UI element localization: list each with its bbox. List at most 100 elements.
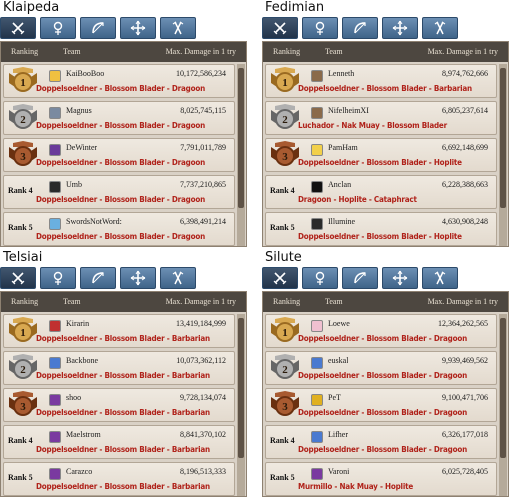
- header-ranking: Ranking: [11, 297, 39, 306]
- tab-scout[interactable]: [422, 267, 458, 289]
- tab-swords[interactable]: [0, 17, 36, 39]
- scrollbar-thumb[interactable]: [238, 68, 244, 208]
- ranking-board-telsiai: Telsiai Ranking Team Max. Damage in 1 try 1 K…: [0, 250, 247, 499]
- header-team: Team: [63, 297, 81, 306]
- swords-icon: [11, 272, 25, 285]
- rank-label: Rank 5: [270, 473, 295, 482]
- ranking-header: Ranking Team Max. Damage in 1 try: [1, 292, 246, 312]
- ranking-row[interactable]: 3 DeWinter 7,791,011,789 Doppelsoeldner - B…: [3, 138, 235, 172]
- scrollbar[interactable]: [237, 314, 245, 496]
- team-name: PamHam: [328, 143, 358, 152]
- rank-label: Rank 5: [270, 223, 295, 232]
- scrollbar-thumb[interactable]: [500, 68, 506, 208]
- rank-medal-icon: 3: [7, 391, 39, 419]
- header-damage: Max. Damage in 1 try: [165, 47, 236, 56]
- svg-text:3: 3: [20, 401, 26, 413]
- tab-spirit[interactable]: [302, 17, 338, 39]
- scrollbar[interactable]: [237, 64, 245, 246]
- max-damage: 4,630,908,248: [442, 217, 488, 226]
- tab-bow[interactable]: [80, 267, 116, 289]
- team-name: Lifher: [328, 430, 348, 439]
- header-ranking: Ranking: [273, 297, 301, 306]
- ranking-list[interactable]: 1 KaiBooBoo 10,172,586,234 Doppelsoeldner -…: [3, 64, 235, 246]
- scrollbar-thumb[interactable]: [500, 318, 506, 458]
- class-build: Doppelsoeldner - Blossom Blader - Barbar…: [298, 84, 472, 93]
- spirit-icon: [53, 21, 63, 35]
- ranking-row[interactable]: 3 PamHam 6,692,148,699 Doppelsoeldner - Blo…: [265, 138, 497, 172]
- tab-cross[interactable]: [120, 267, 156, 289]
- portrait-icon: [311, 107, 323, 119]
- rank-medal-icon: 3: [269, 391, 301, 419]
- scout-icon: [434, 21, 446, 35]
- ranking-row[interactable]: 3 shoo 9,728,134,074 Doppelsoeldner - Bloss…: [3, 388, 235, 422]
- ranking-row[interactable]: 2 euskal 9,939,469,562 Doppelsoeldner - Blo…: [265, 351, 497, 385]
- ranking-header: Ranking Team Max. Damage in 1 try: [263, 42, 508, 62]
- tab-scout[interactable]: [160, 267, 196, 289]
- spirit-icon: [315, 21, 325, 35]
- ranking-row[interactable]: 1 KaiBooBoo 10,172,586,234 Doppelsoeldner -…: [3, 64, 235, 98]
- cross-icon: [130, 270, 146, 286]
- tab-spirit[interactable]: [40, 267, 76, 289]
- ranking-row[interactable]: Rank 5 SwordsNotWord: 6,398,491,214 Doppels…: [3, 212, 235, 246]
- ranking-row[interactable]: 2 Backbone 10,073,362,112 Doppelsoeldner - …: [3, 351, 235, 385]
- ranking-row[interactable]: 1 Kirarin 13,419,184,999 Doppelsoeldner - B…: [3, 314, 235, 348]
- ranking-row[interactable]: Rank 5 Illumine 4,630,908,248 Doppelsoeldne…: [265, 212, 497, 246]
- team-name: Magnus: [66, 106, 92, 115]
- server-title: Silute: [265, 250, 302, 265]
- blue-creature-icon: [311, 357, 323, 369]
- tab-cross[interactable]: [120, 17, 156, 39]
- tab-scout[interactable]: [160, 17, 196, 39]
- ranking-row[interactable]: Rank 5 Carazco 8,196,513,333 Doppelsoeldner…: [3, 462, 235, 496]
- ranking-row[interactable]: 2 Magnus 8,025,745,115 Doppelsoeldner - Blo…: [3, 101, 235, 135]
- ranking-row[interactable]: 1 Loewe 12,364,262,565 Doppelsoeldner - Blo…: [265, 314, 497, 348]
- scrollbar-thumb[interactable]: [238, 318, 244, 458]
- ranking-list[interactable]: 1 Loewe 12,364,262,565 Doppelsoeldner - Blo…: [265, 314, 497, 496]
- tab-bow[interactable]: [80, 17, 116, 39]
- swords-icon: [11, 22, 25, 35]
- scout-icon: [434, 271, 446, 285]
- ranking-row[interactable]: Rank 4 Lifher 6,326,177,018 Doppelsoeldner …: [265, 425, 497, 459]
- tab-swords[interactable]: [262, 17, 298, 39]
- team-name: Umb: [66, 180, 82, 189]
- ranking-panel: Ranking Team Max. Damage in 1 try 1 KaiBooBo…: [0, 41, 247, 247]
- tab-spirit[interactable]: [40, 17, 76, 39]
- team-name: euskal: [328, 356, 349, 365]
- class-build: Doppelsoeldner - Blossom Blader - Barbar…: [36, 408, 210, 417]
- ranking-row[interactable]: 3 PeT 9,100,471,706 Doppelsoeldner - Blosso…: [265, 388, 497, 422]
- scrollbar[interactable]: [499, 64, 507, 246]
- ranking-row[interactable]: 1 Lenneth 8,974,762,666 Doppelsoeldner - Bl…: [265, 64, 497, 98]
- tab-bow[interactable]: [342, 17, 378, 39]
- tab-cross[interactable]: [382, 17, 418, 39]
- rank-medal-icon: 1: [269, 67, 301, 95]
- max-damage: 6,805,237,614: [442, 106, 488, 115]
- tab-cross[interactable]: [382, 267, 418, 289]
- ranking-row[interactable]: Rank 4 Maelstrom 8,841,370,102 Doppelsoeldn…: [3, 425, 235, 459]
- tab-bow[interactable]: [342, 267, 378, 289]
- ranking-row[interactable]: Rank 5 Varoni 6,025,728,405 Murmillo - Nak …: [265, 462, 497, 496]
- scrollbar[interactable]: [499, 314, 507, 496]
- tab-swords[interactable]: [262, 267, 298, 289]
- header-damage: Max. Damage in 1 try: [427, 47, 498, 56]
- svg-text:3: 3: [20, 151, 26, 163]
- svg-text:1: 1: [282, 77, 288, 89]
- server-title: Klaipeda: [3, 0, 60, 15]
- dark-icon: [311, 218, 323, 230]
- class-build: Dragoon - Hoplite - Cataphract: [298, 195, 417, 204]
- team-name: SwordsNotWord:: [66, 217, 122, 226]
- team-name: PeT: [328, 393, 341, 402]
- ranking-row[interactable]: 2 NifelheimXI 6,805,237,614 Luchador - Nak …: [265, 101, 497, 135]
- tab-scout[interactable]: [422, 17, 458, 39]
- tab-spirit[interactable]: [302, 267, 338, 289]
- class-build: Doppelsoeldner - Blossom Blader - Barbar…: [36, 334, 210, 343]
- ranking-list[interactable]: 1 Lenneth 8,974,762,666 Doppelsoeldner - Bl…: [265, 64, 497, 246]
- tab-swords[interactable]: [0, 267, 36, 289]
- team-name: Illumine: [328, 217, 356, 226]
- ranking-row[interactable]: Rank 4 Umb 7,737,210,865 Doppelsoeldner - B…: [3, 175, 235, 209]
- team-name: KaiBooBoo: [66, 69, 105, 78]
- ranking-row[interactable]: Rank 4 Anclan 6,228,388,663 Dragoon - Hopli…: [265, 175, 497, 209]
- bow-icon: [354, 272, 366, 284]
- rank-medal-icon: 2: [269, 104, 301, 132]
- team-name: Loewe: [328, 319, 350, 328]
- class-build: Doppelsoeldner - Blossom Blader - Dragoo…: [298, 408, 468, 417]
- ranking-list[interactable]: 1 Kirarin 13,419,184,999 Doppelsoeldner - B…: [3, 314, 235, 496]
